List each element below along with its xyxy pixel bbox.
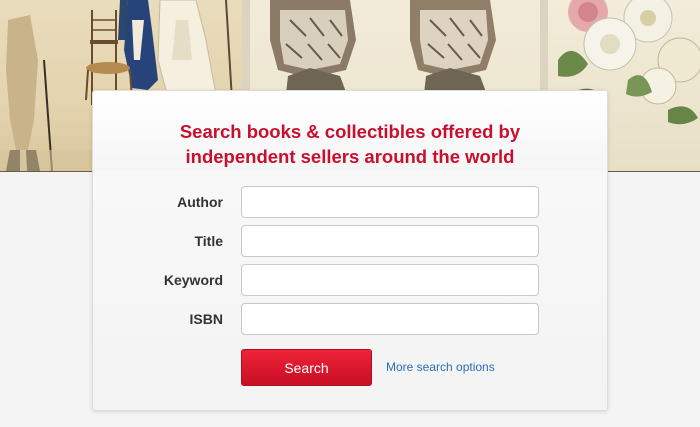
keyword-row: Keyword <box>93 264 609 296</box>
isbn-input[interactable] <box>241 303 539 335</box>
author-label: Author <box>177 194 223 210</box>
keyword-input[interactable] <box>241 264 539 296</box>
title-row: Title <box>93 225 609 257</box>
author-input[interactable] <box>241 186 539 218</box>
title-label: Title <box>194 233 223 249</box>
title-input[interactable] <box>241 225 539 257</box>
isbn-row: ISBN <box>93 303 609 335</box>
search-button[interactable]: Search <box>241 349 372 386</box>
search-card: Search books & collectibles offered by i… <box>92 90 608 411</box>
more-search-options-link[interactable]: More search options <box>386 360 495 374</box>
isbn-label: ISBN <box>189 311 223 327</box>
search-heading-line-1: Search books & collectibles offered by <box>179 121 521 142</box>
search-heading: Search books & collectibles offered by i… <box>93 119 607 169</box>
author-row: Author <box>93 186 609 218</box>
keyword-label: Keyword <box>163 272 223 288</box>
search-heading-line-2: independent sellers around the world <box>185 146 515 167</box>
